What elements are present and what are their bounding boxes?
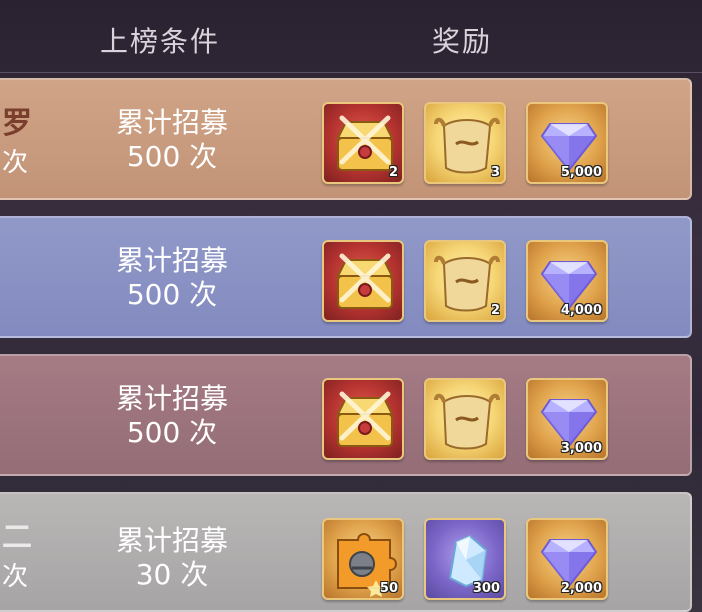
reward-quantity: 5,000 [560,165,602,180]
reward-item[interactable] [424,378,506,460]
rank-row-4: 二 次 累计招募 30 次 50 300 2,000 [0,492,692,612]
reward-item[interactable]: 50 [322,518,404,600]
reward-quantity: 3,000 [560,441,602,456]
reward-item[interactable]: 3,000 [526,378,608,460]
treasure-chest-icon [336,391,394,447]
rank-condition: 累计招募 500 次 [102,382,242,450]
reward-quantity: 2 [388,165,398,180]
rank-count-fragment: 次 [2,148,29,178]
reward-quantity: 2 [490,303,500,318]
reward-item[interactable]: 5,000 [526,102,608,184]
condition-count: 500 次 [126,140,218,173]
reward-quantity: 50 [379,581,398,596]
reward-item[interactable]: 2 [424,240,506,322]
rank-name-fragment: 罗 [2,106,32,141]
rank-condition: 累计招募 500 次 [102,106,242,174]
treasure-chest-icon [336,253,394,309]
reward-item[interactable] [322,240,404,322]
rank-condition: 累计招募 30 次 [102,524,242,592]
reward-item[interactable]: 2 [322,102,404,184]
header-reward: 奖励 [432,25,493,58]
reward-item[interactable]: 300 [424,518,506,600]
rank-row-2: 累计招募 500 次 2 4,000 [0,216,692,338]
scroll-icon [434,393,500,450]
rank-name-fragment: 二 [2,520,32,555]
header-condition: 上榜条件 [100,25,221,58]
reward-item[interactable] [322,378,404,460]
rank-row-1: 罗 次 累计招募 500 次 2 3 5,000 [0,78,692,200]
condition-count: 500 次 [126,416,218,449]
reward-quantity: 2,000 [560,581,602,596]
rank-row-3: 累计招募 500 次 3,000 [0,354,692,476]
reward-item[interactable]: 4,000 [526,240,608,322]
condition-label: 累计招募 [115,244,228,277]
reward-item[interactable]: 2,000 [526,518,608,600]
condition-label: 累计招募 [115,524,228,557]
reward-item[interactable]: 3 [424,102,506,184]
reward-quantity: 300 [472,581,500,596]
condition-count: 500 次 [126,278,218,311]
condition-count: 30 次 [135,558,209,591]
rank-count-fragment: 次 [2,562,29,592]
ranking-header: 上榜条件 奖励 [0,0,702,73]
header-divider [0,72,702,73]
reward-quantity: 3 [490,165,500,180]
condition-label: 累计招募 [115,382,228,415]
condition-label: 累计招募 [115,106,228,139]
rank-condition: 累计招募 500 次 [102,244,242,312]
reward-quantity: 4,000 [560,303,602,318]
